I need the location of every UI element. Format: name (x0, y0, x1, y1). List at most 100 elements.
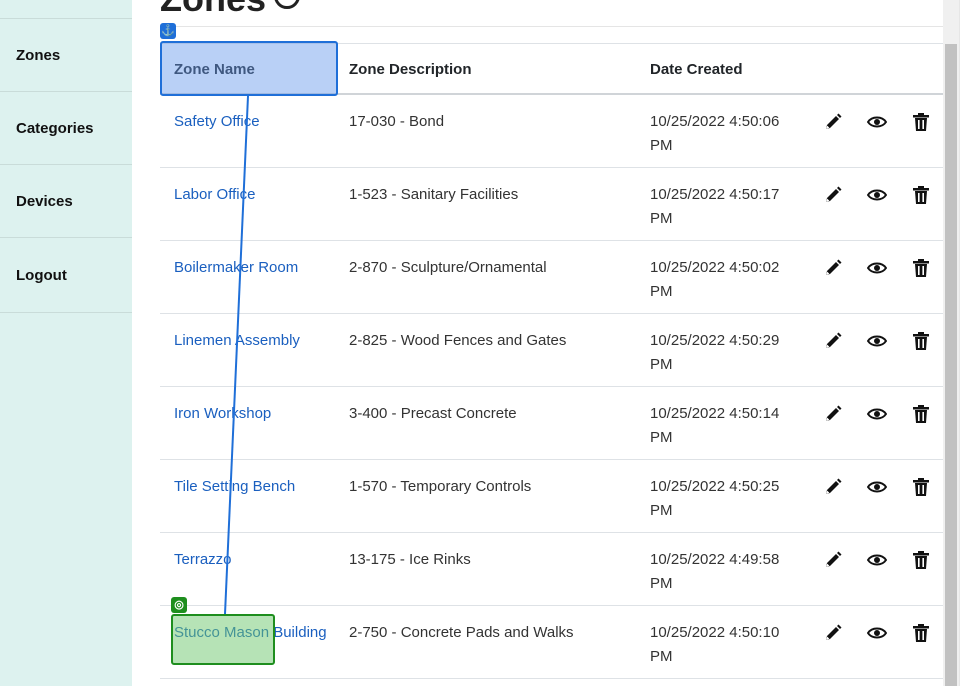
date-created-ampm: PM (650, 648, 673, 665)
table-row: Boilermaker Room 2-870 - Sculpture/Orname… (160, 241, 943, 314)
delete-button[interactable] (910, 403, 932, 425)
date-created: 10/25/2022 4:50:29 PM (650, 329, 800, 377)
trash-icon (913, 186, 929, 204)
sidebar-item-label: Devices (16, 192, 73, 210)
edit-button[interactable] (822, 476, 844, 498)
zone-name-link[interactable]: Terrazzo (174, 548, 334, 572)
eye-icon (867, 116, 887, 128)
date-created-ampm: PM (650, 575, 673, 592)
edit-button[interactable] (822, 257, 844, 279)
zone-name-link[interactable]: Safety Office (174, 110, 334, 134)
pencil-icon (826, 551, 842, 567)
date-created: 10/25/2022 4:50:10 PM (650, 621, 800, 669)
trash-icon (913, 259, 929, 277)
page-title: Zones (160, 0, 301, 20)
date-created-datetime: 10/25/2022 4:50:06 (650, 113, 780, 130)
delete-button[interactable] (910, 184, 932, 206)
table-row: Terrazzo 13-175 - Ice Rinks 10/25/2022 4:4… (160, 533, 943, 606)
date-created-ampm: PM (650, 210, 673, 227)
eye-icon (867, 335, 887, 347)
edit-button[interactable] (822, 330, 844, 352)
pencil-icon (826, 478, 842, 494)
delete-button[interactable] (910, 622, 932, 644)
zone-description: 17-030 - Bond (349, 113, 445, 130)
eye-icon (867, 554, 887, 566)
page-title-text: Zones (160, 0, 266, 19)
column-header-zone-description[interactable]: Zone Description (349, 61, 472, 78)
pencil-icon (826, 186, 842, 202)
trash-icon (913, 332, 929, 350)
eye-icon (867, 408, 887, 420)
zone-description: 13-175 - Ice Rinks (349, 551, 471, 568)
date-created: 10/25/2022 4:50:17 PM (650, 183, 800, 231)
date-created-datetime: 10/25/2022 4:50:17 (650, 186, 780, 203)
view-button[interactable] (866, 184, 888, 206)
date-created-datetime: 10/25/2022 4:50:14 (650, 405, 780, 422)
trash-icon (913, 624, 929, 642)
date-created-ampm: PM (650, 356, 673, 373)
zone-description: 1-523 - Sanitary Facilities (349, 186, 519, 203)
view-button[interactable] (866, 476, 888, 498)
view-button[interactable] (866, 330, 888, 352)
eye-icon (867, 627, 887, 639)
trash-icon (913, 405, 929, 423)
delete-button[interactable] (910, 257, 932, 279)
sidebar-item-devices[interactable]: Devices (0, 165, 132, 238)
delete-button[interactable] (910, 476, 932, 498)
edit-button[interactable] (822, 622, 844, 644)
table-row: Iron Workshop 3-400 - Precast Concrete 10/… (160, 387, 943, 460)
delete-button[interactable] (910, 111, 932, 133)
zone-description: 2-750 - Concrete Pads and Walks (349, 624, 574, 641)
zone-description: 2-825 - Wood Fences and Gates (349, 332, 567, 349)
pencil-icon (826, 259, 842, 275)
date-created: 10/25/2022 4:50:25 PM (650, 475, 800, 523)
edit-button[interactable] (822, 403, 844, 425)
edit-button[interactable] (822, 111, 844, 133)
target-icon: ◎ (171, 597, 187, 613)
eye-icon (867, 481, 887, 493)
sidebar-item-zones[interactable]: Zones (0, 19, 132, 92)
header-divider (160, 26, 943, 27)
trash-icon (913, 113, 929, 131)
delete-button[interactable] (910, 330, 932, 352)
date-created: 10/25/2022 4:50:14 PM (650, 402, 800, 450)
zone-description: 3-400 - Precast Concrete (349, 405, 517, 422)
date-created: 10/25/2022 4:49:58 PM (650, 548, 800, 596)
zone-name-link[interactable]: Iron Workshop (174, 402, 334, 426)
date-created-datetime: 10/25/2022 4:50:02 (650, 259, 780, 276)
sidebar-item-label: Categories (16, 119, 94, 137)
window-edge (959, 0, 970, 686)
table-body: Safety Office 17-030 - Bond 10/25/2022 4:5… (160, 95, 943, 679)
view-button[interactable] (866, 403, 888, 425)
view-button[interactable] (866, 549, 888, 571)
edit-button[interactable] (822, 549, 844, 571)
sidebar-item-label: Zones (16, 46, 61, 64)
date-created: 10/25/2022 4:50:02 PM (650, 256, 800, 304)
zone-name-link[interactable]: Tile Setting Bench (174, 475, 334, 499)
sidebar: Zones Categories Devices Logout (0, 0, 132, 686)
zone-name-link[interactable]: Boilermaker Room (174, 256, 334, 280)
sidebar-item-categories[interactable]: Categories (0, 92, 132, 165)
drag-target-highlight (171, 614, 275, 665)
eye-icon (867, 189, 887, 201)
sidebar-item-logout[interactable]: Logout (0, 238, 132, 313)
scrollbar-thumb[interactable] (945, 44, 957, 686)
date-created-ampm: PM (650, 429, 673, 446)
table-row: Stucco Mason Building2-750 - Concrete Pa… (160, 606, 943, 679)
trash-icon (913, 478, 929, 496)
zone-description: 1-570 - Temporary Controls (349, 478, 532, 495)
zone-name-link[interactable]: Labor Office (174, 183, 334, 207)
view-button[interactable] (866, 622, 888, 644)
delete-button[interactable] (910, 549, 932, 571)
date-created-ampm: PM (650, 283, 673, 300)
column-header-date-created[interactable]: Date Created (650, 61, 743, 78)
date-created-datetime: 10/25/2022 4:50:29 (650, 332, 780, 349)
edit-button[interactable] (822, 184, 844, 206)
add-circle-icon[interactable] (274, 0, 301, 9)
date-created: 10/25/2022 4:50:06 PM (650, 110, 800, 158)
view-button[interactable] (866, 111, 888, 133)
pencil-icon (826, 332, 842, 348)
table-row: Tile Setting Bench 1-570 - Temporary Cont… (160, 460, 943, 533)
zone-name-link[interactable]: Linemen Assembly (174, 329, 334, 353)
view-button[interactable] (866, 257, 888, 279)
